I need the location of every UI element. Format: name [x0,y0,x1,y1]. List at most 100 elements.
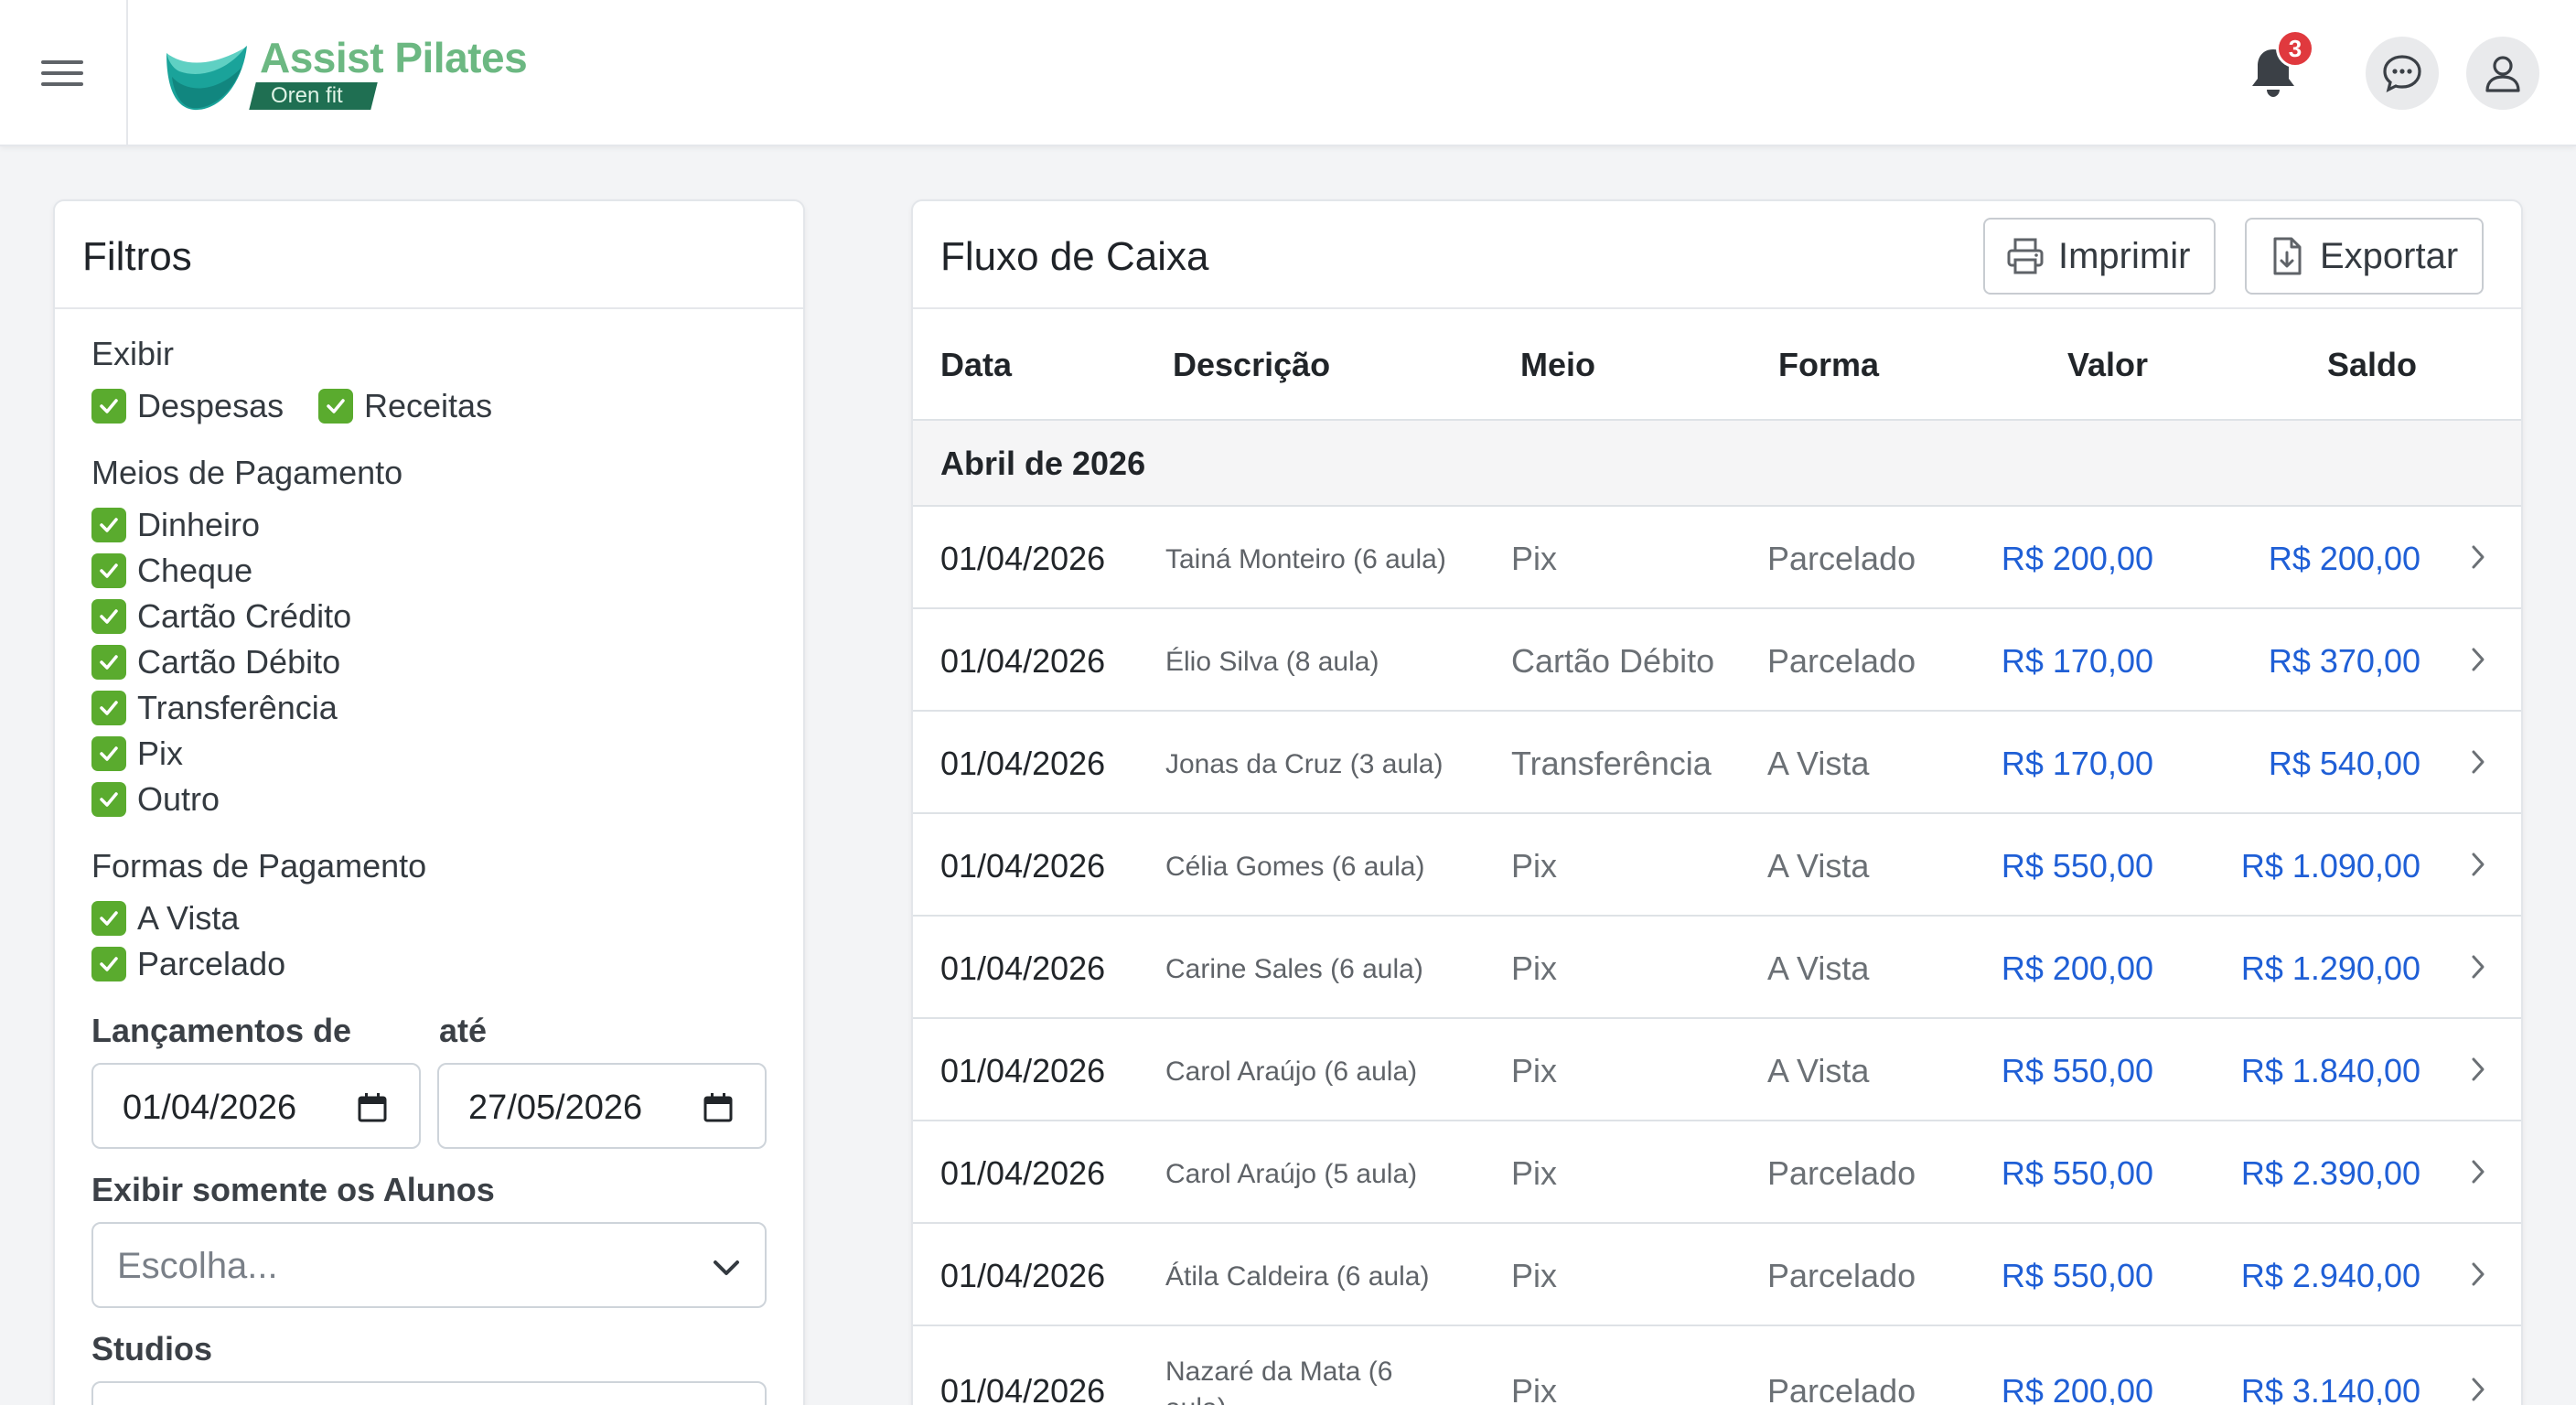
studios-select[interactable] [91,1381,767,1405]
table-row[interactable]: 01/04/2026 Carol Araújo (6 aula) Pix A V… [913,1019,2521,1121]
column-header-valor[interactable]: Valor [2067,346,2148,384]
row-forma: Parcelado [1767,1154,1916,1192]
row-date: 01/04/2026 [940,1154,1106,1192]
row-meio: Pix [1511,1257,1558,1294]
table-row[interactable]: 01/04/2026 Tainá Monteiro (6 aula) Pix P… [913,507,2521,609]
row-saldo: R$ 3.140,00 [2240,1372,2420,1405]
chevron-right-icon[interactable] [2464,951,2492,982]
checkbox-dinheiro[interactable]: Dinheiro [91,506,260,544]
studios-label: Studios [91,1330,212,1367]
hamburger-icon [41,60,83,86]
row-date: 01/04/2026 [940,642,1106,680]
chevron-right-icon[interactable] [2464,849,2492,880]
notification-badge: 3 [2276,29,2314,68]
row-valor: R$ 200,00 [2001,1372,2153,1405]
month-group-label: Abril de 2026 [940,445,1146,482]
cash-flow-panel: Fluxo de Caixa Imprimir Exportar Data De… [911,199,2523,1405]
table-row[interactable]: 01/04/2026 Carol Araújo (5 aula) Pix Par… [913,1121,2521,1224]
row-valor: R$ 170,00 [2001,642,2153,680]
meios-label: Meios de Pagamento [91,454,403,491]
row-saldo: R$ 370,00 [2268,642,2420,680]
checkbox-transferencia[interactable]: Transferência [91,689,338,727]
row-saldo: R$ 200,00 [2268,540,2420,577]
row-saldo: R$ 1.090,00 [2240,847,2420,885]
chevron-right-icon[interactable] [2464,644,2492,675]
row-forma: Parcelado [1767,642,1916,680]
row-forma: Parcelado [1767,1372,1916,1405]
row-forma: A Vista [1767,847,1870,885]
row-description: Tainá Monteiro (6 aula) [1165,544,1446,574]
column-header-meio[interactable]: Meio [1520,346,1595,384]
cash-flow-title: Fluxo de Caixa [940,234,1209,279]
row-description: Carine Sales (6 aula) [1165,954,1423,984]
checkbox-checked-icon [91,947,126,981]
table-row[interactable]: 01/04/2026 Célia Gomes (6 aula) Pix A Vi… [913,814,2521,917]
column-header-saldo[interactable]: Saldo [2327,346,2417,384]
row-saldo: R$ 2.940,00 [2240,1257,2420,1294]
row-forma: A Vista [1767,1052,1870,1089]
calendar-icon[interactable] [357,1092,388,1123]
date-to-input[interactable]: 27/05/2026 [437,1063,767,1149]
checkbox-cartao-credito[interactable]: Cartão Crédito [91,597,351,636]
row-meio: Pix [1511,540,1558,577]
row-meio: Pix [1511,847,1558,885]
row-date: 01/04/2026 [940,847,1106,885]
app-logo[interactable]: Assist Pilates Oren fit [163,33,528,115]
row-valor: R$ 200,00 [2001,540,2153,577]
chevron-right-icon[interactable] [2464,1374,2492,1405]
row-saldo: R$ 540,00 [2268,745,2420,782]
chevron-right-icon[interactable] [2464,746,2492,778]
row-saldo: R$ 1.290,00 [2240,949,2420,987]
checkbox-receitas[interactable]: Receitas [318,387,492,425]
checkbox-pix[interactable]: Pix [91,735,183,773]
row-description: Átila Caldeira (6 aula) [1165,1261,1430,1292]
checkbox-despesas[interactable]: Despesas [91,387,284,425]
chevron-right-icon[interactable] [2464,1054,2492,1085]
chat-bubble-icon [2383,55,2421,92]
checkbox-checked-icon [91,389,126,424]
row-date: 01/04/2026 [940,1257,1106,1294]
chevron-right-icon[interactable] [2464,1259,2492,1290]
column-header-data[interactable]: Data [940,346,1012,384]
print-button[interactable]: Imprimir [1983,218,2216,295]
table-row[interactable]: 01/04/2026 Átila Caldeira (6 aula) Pix P… [913,1224,2521,1326]
messages-button[interactable] [2366,37,2439,110]
user-icon [2485,56,2520,92]
checkbox-checked-icon [91,736,126,771]
checkbox-cheque[interactable]: Cheque [91,552,252,590]
row-date: 01/04/2026 [940,949,1106,987]
cash-flow-table-body: 01/04/2026 Tainá Monteiro (6 aula) Pix P… [913,507,2521,1405]
checkbox-checked-icon [91,691,126,725]
logo-title: Assist Pilates [260,34,528,81]
checkbox-cartao-debito[interactable]: Cartão Débito [91,643,340,681]
row-meio: Pix [1511,949,1558,987]
row-description: Célia Gomes (6 aula) [1165,852,1425,882]
checkbox-checked-icon [91,508,126,542]
lancamentos-label: Lançamentos de [91,1012,352,1049]
filters-header: Filtros [55,201,803,309]
checkbox-outro[interactable]: Outro [91,780,220,819]
checkbox-checked-icon [91,901,126,936]
exibir-label: Exibir [91,335,175,372]
checkbox-checked-icon [91,645,126,680]
chevron-right-icon[interactable] [2464,542,2492,573]
column-header-descricao[interactable]: Descrição [1173,346,1330,384]
chevron-right-icon[interactable] [2464,1156,2492,1187]
user-profile-button[interactable] [2466,37,2539,110]
row-meio: Pix [1511,1154,1558,1192]
checkbox-checked-icon [91,782,126,817]
alunos-select[interactable]: Escolha... [91,1222,767,1308]
table-row[interactable]: 01/04/2026 Carine Sales (6 aula) Pix A V… [913,917,2521,1019]
menu-toggle-button[interactable] [0,0,128,146]
column-header-forma[interactable]: Forma [1778,346,1879,384]
calendar-icon[interactable] [703,1092,734,1123]
checkbox-parcelado[interactable]: Parcelado [91,945,285,983]
table-row[interactable]: 01/04/2026 Nazaré da Mata (6 aula) Pix P… [913,1326,2521,1405]
row-meio: Transferência [1511,745,1712,782]
table-row[interactable]: 01/04/2026 Élio Silva (8 aula) Cartão Dé… [913,609,2521,712]
checkbox-a-vista[interactable]: A Vista [91,899,239,938]
table-row[interactable]: 01/04/2026 Jonas da Cruz (3 aula) Transf… [913,712,2521,814]
export-button[interactable]: Exportar [2245,218,2485,295]
date-from-input[interactable]: 01/04/2026 [91,1063,421,1149]
month-group-row: Abril de 2026 [913,421,2521,507]
